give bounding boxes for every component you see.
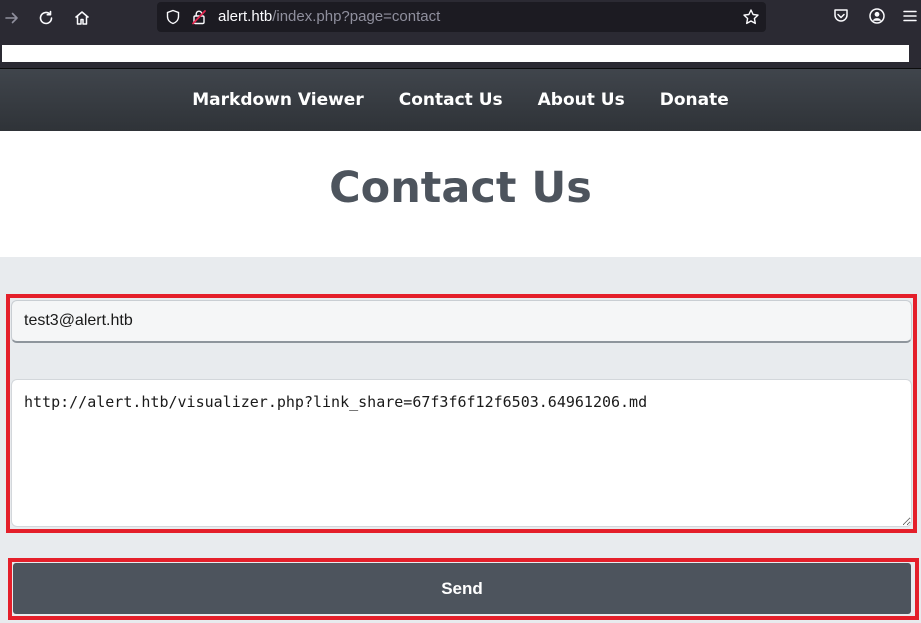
account-icon[interactable] xyxy=(868,7,886,29)
reload-icon[interactable] xyxy=(34,6,58,30)
nav-link-contact-us[interactable]: Contact Us xyxy=(399,90,503,110)
nav-link-donate[interactable]: Donate xyxy=(660,90,729,110)
forward-icon[interactable] xyxy=(0,6,24,30)
page-title: Contact Us xyxy=(329,163,592,213)
url-bar[interactable]: alert.htb/index.php?page=contact xyxy=(157,2,766,32)
nav-link-markdown-viewer[interactable]: Markdown Viewer xyxy=(192,90,364,110)
browser-toolbar: alert.htb/index.php?page=contact xyxy=(0,0,921,36)
send-button[interactable]: Send xyxy=(13,563,911,614)
message-textarea[interactable]: http://alert.htb/visualizer.php?link_sha… xyxy=(11,379,912,527)
url-host: alert.htb xyxy=(218,8,273,25)
insecure-lock-icon[interactable] xyxy=(191,9,207,29)
menu-icon[interactable] xyxy=(901,7,919,29)
shield-icon[interactable] xyxy=(165,9,181,29)
blank-strip xyxy=(2,45,909,62)
url-path: /index.php?page=contact xyxy=(272,8,441,25)
page-header: Contact Us xyxy=(0,131,921,257)
contact-form: http://alert.htb/visualizer.php?link_sha… xyxy=(0,257,921,623)
nav-link-about-us[interactable]: About Us xyxy=(538,90,625,110)
url-text[interactable]: alert.htb/index.php?page=contact xyxy=(218,2,440,32)
home-icon[interactable] xyxy=(70,6,94,30)
bookmarks-area xyxy=(0,36,921,68)
pocket-icon[interactable] xyxy=(832,7,850,29)
site-nav: Markdown Viewer Contact Us About Us Dona… xyxy=(0,69,921,131)
bookmark-star-icon[interactable] xyxy=(742,8,760,30)
email-input[interactable] xyxy=(11,300,912,343)
